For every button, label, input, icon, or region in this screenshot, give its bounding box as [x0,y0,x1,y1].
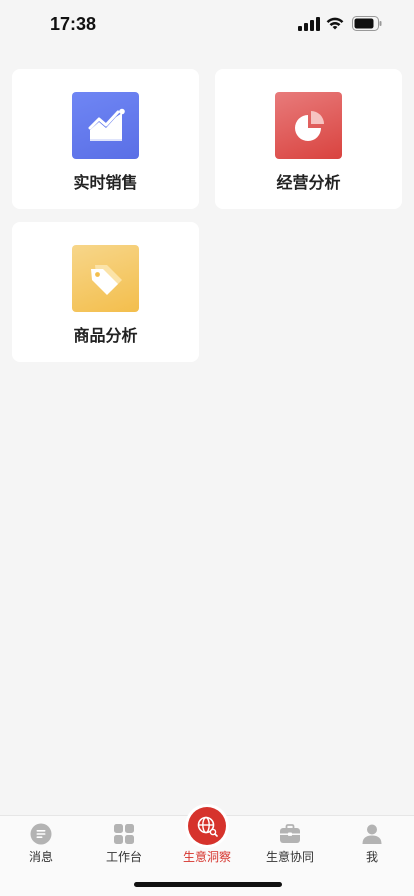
home-indicator[interactable] [134,882,282,887]
tab-business-collab[interactable]: 生意协同 [249,816,331,876]
card-product-analysis[interactable]: 商品分析 [12,222,199,362]
card-label: 实时销售 [73,173,138,192]
status-time: 17:38 [50,14,97,34]
status-bar: 17:38 [0,0,414,50]
user-icon [362,824,382,844]
card-business-analysis[interactable]: 经营分析 [215,69,402,209]
tab-messages[interactable]: 消息 [0,816,82,876]
briefcase-icon [280,824,300,843]
globe-icon [188,807,226,845]
grid-icon [114,824,134,844]
battery-icon [352,16,382,31]
card-realtime-sales[interactable]: 实时销售 [12,69,199,209]
card-label: 经营分析 [276,173,341,192]
pie-chart-icon [275,92,342,159]
message-icon [30,823,52,845]
trend-chart-icon [72,92,139,159]
tab-business-insight[interactable]: 生意洞察 [166,804,248,876]
tab-label: 生意协同 [265,850,314,864]
price-tag-icon [72,245,139,312]
tab-label: 消息 [28,850,53,864]
tab-label: 我 [365,850,378,864]
tab-me[interactable]: 我 [331,816,413,876]
tab-label: 工作台 [105,850,142,864]
tab-workbench[interactable]: 工作台 [83,816,165,876]
signal-icon [298,17,320,31]
wifi-icon [326,17,344,30]
tab-label: 生意洞察 [182,850,231,864]
center-bubble [185,804,229,848]
card-label: 商品分析 [73,326,138,345]
screen: 17:38 实时销售 经营分析 商品分析 消息 工作台 生意洞察 生意协同 我 [0,0,414,896]
